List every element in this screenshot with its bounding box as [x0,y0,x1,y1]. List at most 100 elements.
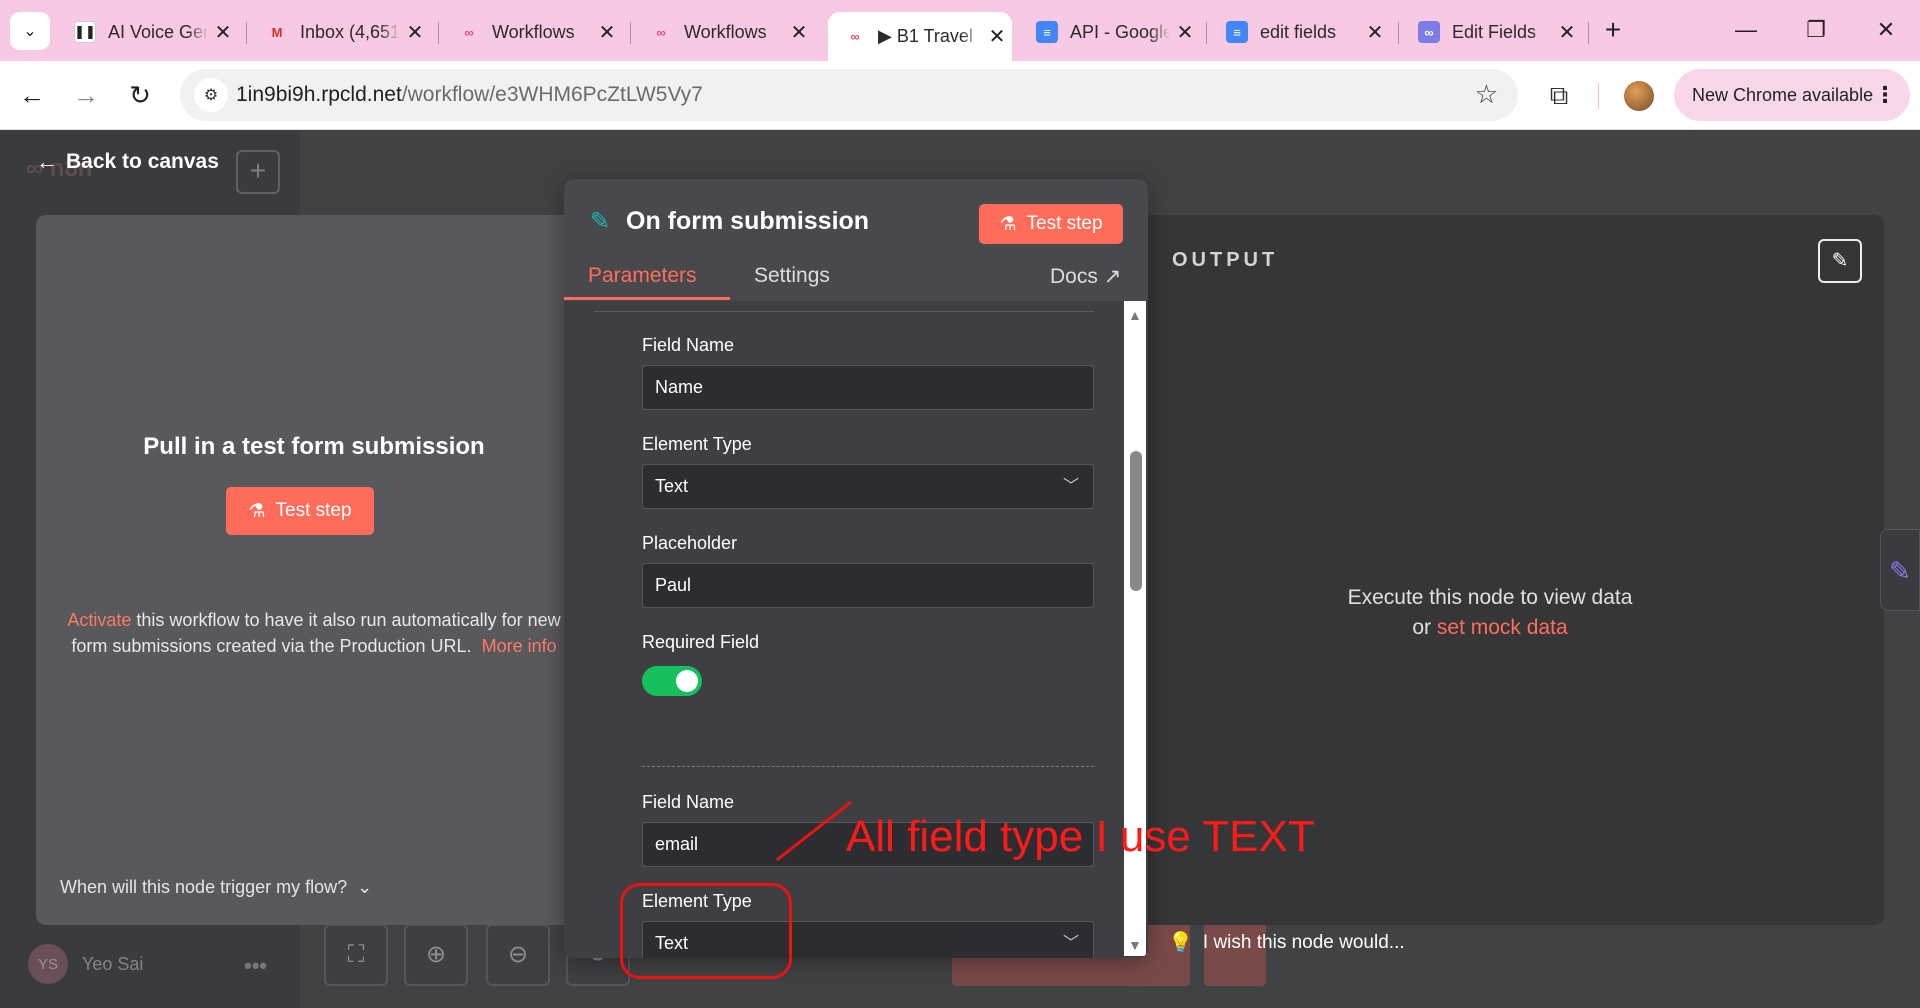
execute-message: Execute this node to view data [1347,586,1633,609]
back-label: Back to canvas [66,150,219,173]
tab-title: edit fields [1260,21,1337,42]
test-step-button[interactable]: ⚗ Test step [226,487,374,535]
field-name-input[interactable]: Name [642,365,1094,410]
scrollbar-thumb[interactable] [1130,451,1142,591]
update-label: New Chrome available [1692,84,1874,105]
close-icon[interactable]: ✕ [1170,20,1200,45]
browser-tab[interactable]: M Inbox (4,651) ✕ [250,12,430,52]
add-node-button[interactable]: + [236,150,280,194]
scroll-down-icon[interactable]: ▼ [1128,937,1142,953]
tab-title: Workflows [492,21,575,42]
trigger-info-toggle[interactable]: When will this node trigger my flow? ⌄ [60,877,372,898]
address-bar[interactable]: ⚙ 1in9bi9h.rpcld.net/workflow/e3WHM6PcZt… [180,69,1518,121]
docs-link[interactable]: Docs ↗ [1050,264,1121,289]
minimize-button[interactable]: — [1716,10,1776,50]
browser-tab[interactable]: ∞ Workflows ✕ [634,12,814,52]
zoom-in-icon: ⊕ [425,941,447,968]
close-icon[interactable]: ✕ [400,20,430,45]
n8n-icon: ∞ [850,29,860,44]
browser-tab[interactable]: ❚❚ AI Voice Gen ✕ [58,12,238,52]
input-panel-description: Activate this workflow to have it also r… [66,607,562,659]
tab-search-button[interactable]: ⌄ [10,12,50,50]
tab-parameters[interactable]: Parameters [588,264,697,288]
required-field-toggle[interactable] [642,666,702,696]
pencil-icon: ✎ [1831,250,1849,272]
node-title[interactable]: On form submission [626,207,869,236]
extensions-icon[interactable]: ⧉ [1542,79,1576,113]
close-icon[interactable]: ✕ [208,20,238,45]
zoom-out-button[interactable]: ⊖ [486,924,550,986]
gmail-icon: M [271,24,283,40]
output-empty-message: Execute this node to view data or set mo… [1140,583,1840,643]
close-icon[interactable]: ✕ [982,24,1012,49]
update-chrome-button[interactable]: New Chrome available ⋮ [1674,69,1910,121]
lightbulb-icon: 💡 [1168,932,1193,954]
field-name-label: Field Name [642,792,735,812]
tab-divider [1398,22,1399,44]
tab-divider [630,22,631,44]
element-type-value: Text [655,476,689,496]
set-mock-data-link[interactable]: set mock data [1437,616,1568,639]
url-host: 1in9bi9h.rpcld.net [236,83,402,106]
n8n-icon: ∞ [1418,21,1440,43]
more-info-link[interactable]: More info [482,636,557,656]
close-window-button[interactable]: ✕ [1856,10,1916,50]
wish-label: I wish this node would... [1202,931,1405,953]
input-panel-title: Pull in a test form submission [143,433,485,460]
annotation-highlight-box [620,883,792,979]
user-name: Yeo Sai [82,953,144,974]
kebab-menu-icon[interactable]: ⋮ [1874,82,1896,108]
bookmark-star-icon[interactable]: ☆ [1475,79,1498,110]
browser-tab-active[interactable]: ∞ ▶ B1 Travel ✕ [828,12,1012,61]
placeholder-input[interactable]: Paul [642,563,1094,608]
plus-icon: + [1604,14,1622,45]
tab-divider [246,22,247,44]
user-menu[interactable]: YS Yeo Sai [28,944,143,984]
forward-button[interactable]: → [68,77,104,113]
profile-avatar[interactable] [1624,81,1654,111]
zoom-to-fit-button[interactable]: ⛶ [324,924,388,986]
browser-tab[interactable]: ≡ API - Google ✕ [1020,12,1200,52]
activate-link[interactable]: Activate [67,610,131,630]
back-to-canvas-button[interactable]: ← Back to canvas [36,149,219,175]
zoom-out-icon: ⊖ [507,941,529,968]
user-options-icon[interactable]: ••• [244,953,267,979]
required-field-label: Required Field [642,632,760,652]
tab-settings[interactable]: Settings [754,264,830,288]
site-settings-icon[interactable]: ⚙ [194,78,228,112]
side-panel-tab[interactable]: ✎ [1880,529,1920,611]
n8n-icon: ∞ [464,24,474,40]
browser-tab[interactable]: ≡ edit fields ✕ [1210,12,1390,52]
close-icon[interactable]: ✕ [592,20,622,45]
node-panel-header: ✎ On form submission ⚗ Test step Paramet… [564,179,1148,301]
scroll-up-icon[interactable]: ▲ [1128,307,1142,323]
tab-title: Inbox (4,651) [300,21,400,42]
field-name-value: Name [655,377,704,397]
external-link-icon: ↗ [1103,265,1122,288]
tab-divider [438,22,439,44]
browser-tab[interactable]: ∞ Workflows ✕ [442,12,622,52]
reload-button[interactable]: ↻ [122,77,158,113]
element-type-select[interactable]: Text ﹀ [642,464,1094,509]
edit-output-button[interactable]: ✎ [1818,239,1862,283]
feedback-link[interactable]: 💡 I wish this node would... [1168,930,1405,955]
trigger-question: When will this node trigger my flow? [60,877,348,897]
close-icon[interactable]: ✕ [1360,20,1390,45]
placeholder-label: Placeholder [642,533,738,553]
docs-icon: ≡ [1036,21,1058,43]
browser-tab[interactable]: ∞ Edit Fields ✕ [1402,12,1582,52]
tab-label: Parameters [588,264,697,287]
divider [594,311,1094,312]
annotation-text: All field type I use TEXT [846,812,1315,861]
close-icon[interactable]: ✕ [784,20,814,45]
close-icon[interactable]: ✕ [1552,20,1582,45]
test-step-button[interactable]: ⚗ Test step [979,204,1123,244]
toolbar-divider [1598,83,1599,109]
zoom-in-button[interactable]: ⊕ [404,924,468,986]
user-avatar: YS [28,944,68,984]
back-button[interactable]: ← [14,77,50,113]
url-text[interactable]: 1in9bi9h.rpcld.net/workflow/e3WHM6PcZtLW… [236,83,703,107]
placeholder-value: Paul [655,575,692,595]
restore-button[interactable]: ❐ [1786,10,1846,50]
new-tab-button[interactable]: + [1596,14,1630,48]
